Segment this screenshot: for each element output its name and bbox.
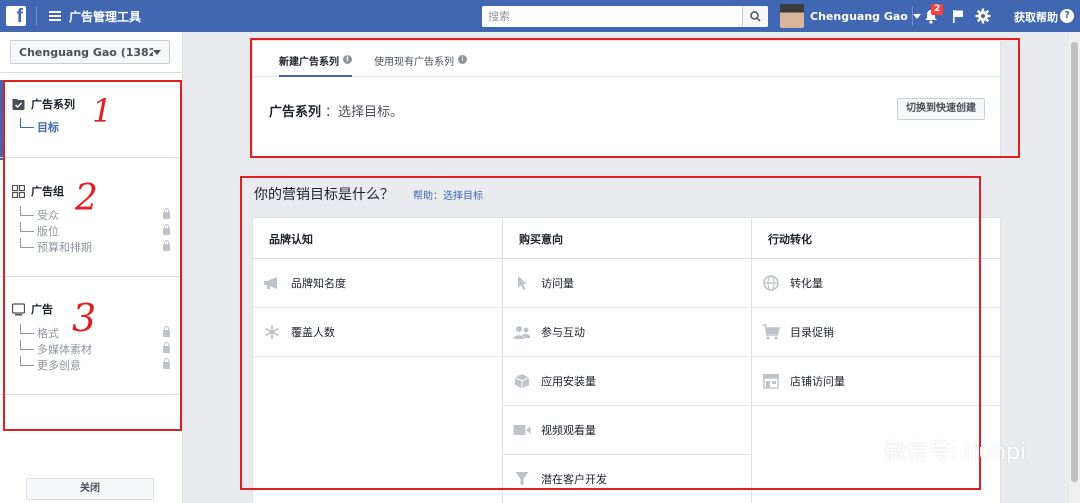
menu-icon[interactable] xyxy=(49,11,61,21)
chevron-down-icon xyxy=(153,49,161,55)
annotation-mark: 1 xyxy=(92,92,113,130)
search-box xyxy=(482,6,768,27)
divider xyxy=(912,6,913,26)
app-title: 广告管理工具 xyxy=(69,9,142,24)
notifications-button[interactable]: 2 xyxy=(922,4,944,25)
gear-icon xyxy=(975,8,991,24)
settings-button[interactable] xyxy=(974,7,992,25)
annotation-mark: 3 xyxy=(72,296,97,340)
annotation-box-campaign xyxy=(250,38,1020,158)
avatar xyxy=(780,4,804,28)
logo-letter: f xyxy=(16,6,23,26)
flag-icon xyxy=(953,10,963,23)
search-button[interactable] xyxy=(742,6,768,27)
divider xyxy=(36,6,37,26)
account-selector[interactable]: Chenguang Gao (138204... xyxy=(10,40,170,64)
wechat-icon xyxy=(837,437,875,463)
watermark: 微信号: ifunpi xyxy=(836,434,1026,466)
annotation-mark: 2 xyxy=(75,178,98,219)
search-icon xyxy=(750,11,761,22)
chevron-down-icon xyxy=(912,13,921,19)
scrollbar-thumb[interactable] xyxy=(1071,42,1078,482)
search-input[interactable] xyxy=(482,6,742,27)
user-menu[interactable]: Chenguang Gao xyxy=(780,4,921,28)
flag-button[interactable] xyxy=(949,7,967,25)
notification-badge: 2 xyxy=(931,4,944,15)
divider xyxy=(0,72,183,73)
account-name: Chenguang Gao (138204... xyxy=(19,45,153,59)
user-name: Chenguang Gao xyxy=(810,9,908,23)
close-button[interactable]: 关闭 xyxy=(26,478,154,500)
watermark-text: 微信号: ifunpi xyxy=(884,440,1027,465)
annotation-box-sidebar xyxy=(3,80,182,431)
help-link[interactable]: 获取帮助 xyxy=(1014,9,1058,25)
help-icon[interactable]: ? xyxy=(1060,9,1074,23)
facebook-logo[interactable]: f xyxy=(6,6,26,26)
